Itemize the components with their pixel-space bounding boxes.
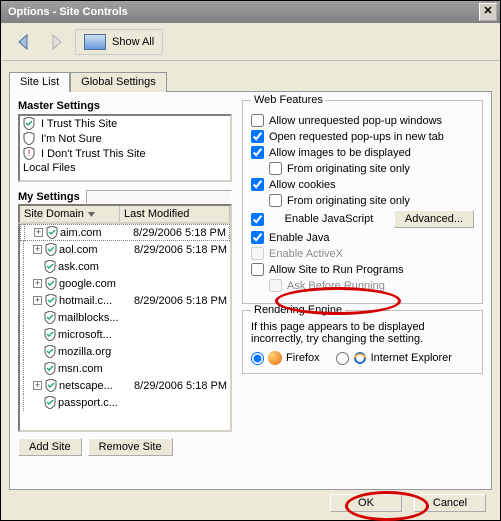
chk-runprog[interactable]: Allow Site to Run Programs [251, 263, 474, 276]
tree-row[interactable]: ask.com [20, 258, 230, 275]
chk-js[interactable]: Enable JavaScriptAdvanced... [251, 210, 474, 228]
chk-cookies_orig[interactable]: From originating site only [269, 194, 474, 207]
toolbar: Show All [1, 23, 500, 61]
site-tree[interactable]: +aim.com8/29/2006 5:18 PM+aol.com8/29/20… [18, 224, 232, 432]
my-settings-heading: My Settings [18, 191, 80, 203]
tab-site-list[interactable]: Site List [9, 72, 70, 92]
tree-row[interactable]: passport.c... [20, 394, 230, 411]
advanced-button[interactable]: Advanced... [394, 210, 474, 228]
tree-row[interactable]: +google.com [20, 275, 230, 292]
sort-desc-icon [88, 211, 95, 218]
tree-row[interactable]: msn.com [20, 360, 230, 377]
show-all-button[interactable]: Show All [75, 29, 163, 55]
back-button[interactable] [11, 29, 37, 55]
chk-popup[interactable]: Allow unrequested pop-up windows [251, 114, 474, 127]
tab-body: Master Settings I Trust This Site I'm No… [9, 92, 492, 490]
show-all-icon [84, 34, 106, 50]
expand-icon[interactable]: + [34, 228, 43, 237]
master-settings-heading: Master Settings [18, 100, 232, 112]
list-item[interactable]: Local Files [20, 161, 230, 175]
svg-text:!: ! [28, 148, 31, 158]
radio-firefox[interactable]: Firefox [251, 351, 320, 365]
chk-images[interactable]: Allow images to be displayed [251, 146, 474, 159]
tree-header: Site Domain Last Modified [18, 204, 232, 224]
web-features-legend: Web Features [251, 94, 326, 106]
tree-row[interactable]: +hotmail.c...8/29/2006 5:18 PM [20, 292, 230, 309]
chk-java[interactable]: Enable Java [251, 231, 474, 244]
col-last-modified[interactable]: Last Modified [120, 206, 230, 222]
master-settings-list[interactable]: I Trust This Site I'm Not Sure !I Don't … [18, 114, 232, 182]
col-site-domain[interactable]: Site Domain [20, 206, 120, 222]
expand-icon[interactable]: + [33, 245, 42, 254]
ie-icon [353, 351, 367, 365]
tab-global-settings[interactable]: Global Settings [70, 72, 167, 92]
list-item[interactable]: !I Don't Trust This Site [20, 146, 230, 161]
my-settings-filter[interactable] [86, 190, 232, 204]
expand-icon[interactable]: + [33, 279, 42, 288]
chk-images_orig[interactable]: From originating site only [269, 162, 474, 175]
list-item[interactable]: I Trust This Site [20, 116, 230, 131]
window-title: Options - Site Controls [4, 6, 128, 18]
web-features-fieldset: Web Features Allow unrequested pop-up wi… [242, 100, 483, 304]
show-all-label: Show All [112, 36, 154, 48]
site-buttons: Add Site Remove Site [18, 438, 232, 456]
tree-row[interactable]: microsoft... [20, 326, 230, 343]
rendering-legend: Rendering Engine [251, 304, 345, 316]
right-pane: Web Features Allow unrequested pop-up wi… [242, 100, 483, 481]
forward-button[interactable] [43, 29, 69, 55]
tree-row[interactable]: +netscape...8/29/2006 5:18 PM [20, 377, 230, 394]
left-pane: Master Settings I Trust This Site I'm No… [18, 100, 232, 481]
chk-askbefore: Ask Before Running [269, 279, 474, 292]
firefox-icon [268, 351, 282, 365]
expand-icon[interactable]: + [33, 381, 42, 390]
rendering-text: If this page appears to be displayed inc… [251, 321, 474, 345]
close-icon[interactable]: ✕ [479, 3, 497, 21]
list-item[interactable]: I'm Not Sure [20, 131, 230, 146]
cancel-button[interactable]: Cancel [414, 494, 486, 512]
expand-icon[interactable]: + [33, 296, 42, 305]
tabstrip: Site List Global Settings [9, 71, 492, 92]
radio-ie[interactable]: Internet Explorer [336, 351, 452, 365]
chk-cookies[interactable]: Allow cookies [251, 178, 474, 191]
chk-activex: Enable ActiveX [251, 247, 474, 260]
content: Site List Global Settings Master Setting… [1, 71, 500, 498]
my-settings-row: My Settings [18, 190, 232, 204]
tree-row[interactable]: mozilla.org [20, 343, 230, 360]
tree-row[interactable]: mailblocks... [20, 309, 230, 326]
options-window: Options - Site Controls ✕ Show All Site … [0, 0, 501, 521]
remove-site-button[interactable]: Remove Site [88, 438, 173, 456]
chk-popup_tab[interactable]: Open requested pop-ups in new tab [251, 130, 474, 143]
rendering-engine-fieldset: Rendering Engine If this page appears to… [242, 310, 483, 374]
tree-row[interactable]: +aol.com8/29/2006 5:18 PM [20, 241, 230, 258]
add-site-button[interactable]: Add Site [18, 438, 82, 456]
ok-button[interactable]: OK [330, 494, 402, 512]
tree-row[interactable]: +aim.com8/29/2006 5:18 PM [20, 224, 230, 241]
dialog-buttons: OK Cancel [330, 494, 486, 512]
titlebar: Options - Site Controls ✕ [1, 1, 500, 23]
